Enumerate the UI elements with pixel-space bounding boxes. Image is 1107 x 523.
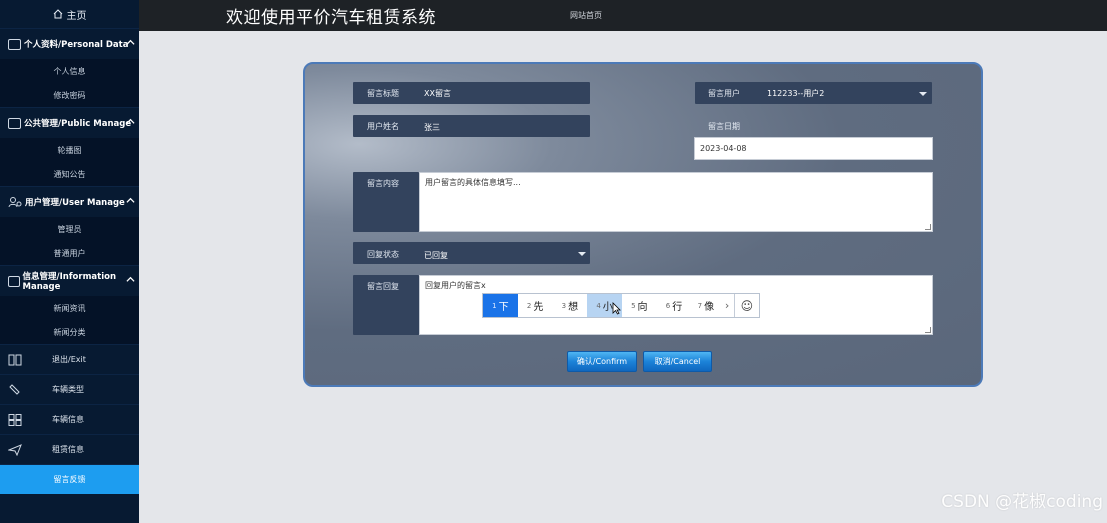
exit-icon [8, 354, 22, 365]
sidebar-group-label: 公共管理/Public Manage [24, 119, 132, 129]
sidebar-item-label: 车辆类型 [52, 385, 84, 394]
date-label: 留言日期 [708, 122, 740, 131]
ime-candidate-char: 像 [704, 302, 715, 313]
ime-candidate-number: 4 [596, 301, 601, 310]
sidebar-group-label: 个人资料/Personal Data [24, 40, 129, 50]
home-link[interactable]: 网站首页 [570, 10, 602, 21]
sidebar-item-personal-info[interactable]: 个人信息 [0, 59, 139, 83]
sidebar-item-change-password[interactable]: 修改密码 [0, 83, 139, 107]
sidebar-group-user[interactable]: 用户管理/User Manage [0, 186, 139, 217]
page-title: 欢迎使用平价汽车租赁系统 [226, 8, 436, 28]
ime-candidate-number: 1 [492, 301, 497, 310]
title-value: XX留言 [424, 89, 451, 98]
ime-candidate-char: 向 [637, 302, 648, 313]
sidebar-submenu-user: 管理员 普通用户 [0, 217, 139, 265]
chevron-up-icon [126, 276, 135, 282]
sidebar-submenu-personal: 个人信息 修改密码 [0, 59, 139, 107]
ime-candidate[interactable]: 6行 [657, 294, 692, 317]
sidebar-group-public[interactable]: 公共管理/Public Manage [0, 107, 139, 138]
chevron-up-icon [126, 197, 135, 203]
sidebar-home-label: 主页 [66, 10, 87, 22]
emoji-icon[interactable]: ☺ [733, 294, 759, 317]
sidebar-item-vehicle-info[interactable]: 车辆信息 [0, 404, 139, 434]
ime-candidate-char: 下 [498, 302, 509, 313]
name-value: 张三 [424, 123, 440, 132]
reply-text: 回复用户的留言x [425, 281, 486, 290]
chevron-up-icon [126, 39, 135, 45]
content-text: 用户留言的具体信息填写... [425, 178, 521, 187]
ime-candidate[interactable]: 5向 [622, 294, 657, 317]
sidebar-item-label: 退出/Exit [52, 355, 86, 364]
sidebar-item-rental-info[interactable]: 租赁信息 [0, 434, 139, 464]
id-card-icon [8, 38, 21, 50]
content-label: 留言内容 [367, 179, 399, 188]
sidebar-item-normal-user[interactable]: 普通用户 [0, 241, 139, 265]
sidebar-group-label: 信息管理/Information Manage [22, 272, 117, 292]
ime-candidate[interactable]: 1下 [483, 294, 518, 317]
home-icon [53, 9, 62, 19]
title-label: 留言标题 [367, 89, 399, 98]
content-textarea[interactable]: 用户留言的具体信息填写... [419, 172, 933, 232]
info-icon [8, 275, 20, 287]
sidebar-item-news[interactable]: 新闻资讯 [0, 296, 139, 320]
watermark: CSDN @花椒coding [941, 492, 1103, 512]
ime-candidate[interactable]: 3想 [552, 294, 587, 317]
ime-candidate-bar: 1下 2先 3想 4小 5向 6行 7像 › ☺ [482, 293, 760, 318]
sidebar-submenu-public: 轮播图 通知公告 [0, 138, 139, 186]
ime-candidate-number: 7 [697, 301, 703, 310]
sidebar-group-label: 用户管理/User Manage [25, 198, 125, 208]
top-header: 欢迎使用平价汽车租赁系统 网站首页 [139, 0, 1107, 31]
user-gear-icon [8, 197, 22, 208]
sidebar-item-admin[interactable]: 管理员 [0, 217, 139, 241]
sidebar-item-news-category[interactable]: 新闻分类 [0, 320, 139, 344]
sidebar-group-info[interactable]: 信息管理/Information Manage [0, 265, 139, 296]
reply-label: 留言回复 [367, 282, 399, 291]
sidebar-item-label: 租赁信息 [52, 445, 84, 454]
ime-candidate[interactable]: 7像 [691, 294, 720, 317]
sidebar-item-vehicle-type[interactable]: 车辆类型 [0, 374, 139, 404]
sidebar-item-label: 留言反馈 [53, 475, 86, 484]
confirm-button[interactable]: 确认/Confirm [567, 351, 637, 372]
tag-icon [9, 383, 20, 395]
user-value: 112233--用户2 [767, 89, 825, 98]
grid-icon [8, 413, 22, 426]
user-label: 留言用户 [708, 89, 740, 98]
sidebar: 主页 个人资料/Personal Data 个人信息 修改密码 公共管理/Pub… [0, 0, 139, 523]
ime-candidate[interactable]: 2先 [518, 294, 553, 317]
sidebar-item-label: 车辆信息 [52, 415, 84, 424]
cancel-button[interactable]: 取消/Cancel [643, 351, 712, 372]
status-label: 回复状态 [367, 250, 399, 259]
mouse-cursor-icon [612, 302, 621, 315]
chevron-right-icon[interactable]: › [720, 294, 734, 317]
ime-candidate-char: 想 [568, 302, 579, 313]
ime-candidate-number: 3 [561, 301, 567, 310]
resize-handle[interactable] [925, 224, 931, 230]
chevron-down-icon [578, 252, 586, 256]
status-value: 已回复 [424, 251, 448, 260]
sidebar-item-feedback[interactable]: 留言反馈 [0, 464, 139, 494]
date-input[interactable]: 2023-04-08 [694, 137, 933, 160]
send-icon [8, 443, 22, 456]
chevron-down-icon [919, 92, 927, 96]
sidebar-submenu-info: 新闻资讯 新闻分类 [0, 296, 139, 344]
sidebar-item-exit[interactable]: 退出/Exit [0, 344, 139, 374]
ime-candidate-char: 先 [533, 302, 544, 313]
resize-handle[interactable] [925, 327, 931, 333]
ime-candidate-number: 6 [665, 301, 671, 310]
name-label: 用户姓名 [367, 122, 399, 131]
chevron-up-icon [126, 118, 135, 124]
ime-candidate-number: 5 [631, 301, 636, 310]
ime-candidate-char: 行 [672, 302, 683, 313]
sidebar-home[interactable]: 主页 [0, 0, 139, 28]
sidebar-item-carousel[interactable]: 轮播图 [0, 138, 139, 162]
monitor-icon [8, 117, 21, 129]
ime-candidate-number: 2 [526, 301, 532, 310]
sidebar-group-personal[interactable]: 个人资料/Personal Data [0, 28, 139, 59]
sidebar-item-notice[interactable]: 通知公告 [0, 162, 139, 186]
